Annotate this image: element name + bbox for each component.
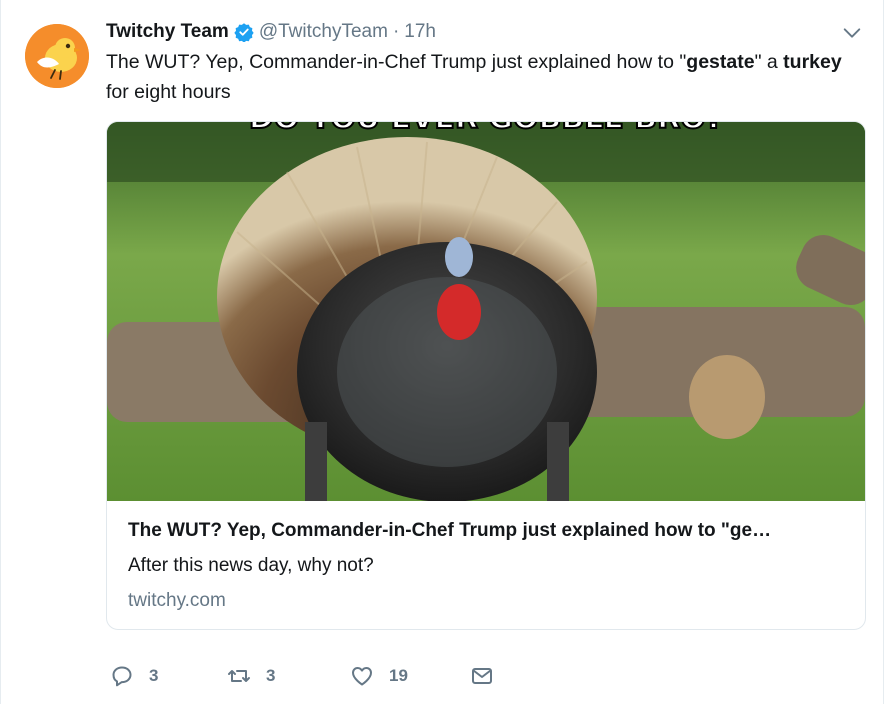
tweet-timestamp[interactable]: 17h (404, 21, 436, 43)
card-domain: twitchy.com (128, 590, 226, 611)
tweet-text-bold: gestate (686, 51, 755, 73)
tweet-text-part: " a (754, 51, 784, 73)
twitchy-bird-logo (25, 24, 89, 88)
direct-message-icon (472, 668, 492, 684)
tweet-text-bold: turkey (783, 51, 842, 73)
tweet[interactable]: Twitchy Team @TwitchyTeam · 17h The WUT?… (0, 0, 884, 704)
link-card[interactable]: DO YOU EVER GOBBLE BRO? The WUT? Yep, Co… (106, 121, 866, 630)
reply-button[interactable]: 3 (110, 660, 158, 692)
direct-message-button[interactable] (470, 660, 494, 692)
tweet-text-part: for eight hours (106, 81, 231, 103)
author-name[interactable]: Twitchy Team (106, 21, 229, 43)
separator-dot: · (392, 21, 400, 42)
retweet-icon (228, 670, 250, 682)
card-description: After this news day, why not? (128, 555, 374, 576)
tweet-text: The WUT? Yep, Commander-in-Chef Trump ju… (106, 47, 846, 107)
card-title[interactable]: The WUT? Yep, Commander-in-Chef Trump ju… (128, 520, 848, 542)
chevron-down-icon[interactable] (841, 22, 863, 44)
avatar[interactable] (25, 24, 89, 88)
retweet-count: 3 (266, 666, 276, 685)
reply-icon (112, 666, 132, 687)
like-icon (352, 667, 372, 686)
tweet-header: Twitchy Team @TwitchyTeam · 17h (106, 18, 436, 46)
like-button[interactable]: 19 (350, 660, 408, 692)
card-image-caption: DO YOU EVER GOBBLE BRO? (249, 122, 723, 136)
like-count: 19 (389, 666, 408, 685)
tweet-text-part: The WUT? Yep, Commander-in-Chef Trump ju… (106, 51, 687, 73)
tweet-actions: 3 3 19 (106, 660, 606, 692)
verified-badge-icon (234, 22, 254, 43)
card-image[interactable]: DO YOU EVER GOBBLE BRO? (107, 122, 865, 501)
turkey-photo: DO YOU EVER GOBBLE BRO? (107, 122, 865, 501)
reply-count: 3 (149, 666, 159, 685)
retweet-button[interactable]: 3 (227, 660, 275, 692)
author-handle[interactable]: @TwitchyTeam (259, 21, 388, 43)
